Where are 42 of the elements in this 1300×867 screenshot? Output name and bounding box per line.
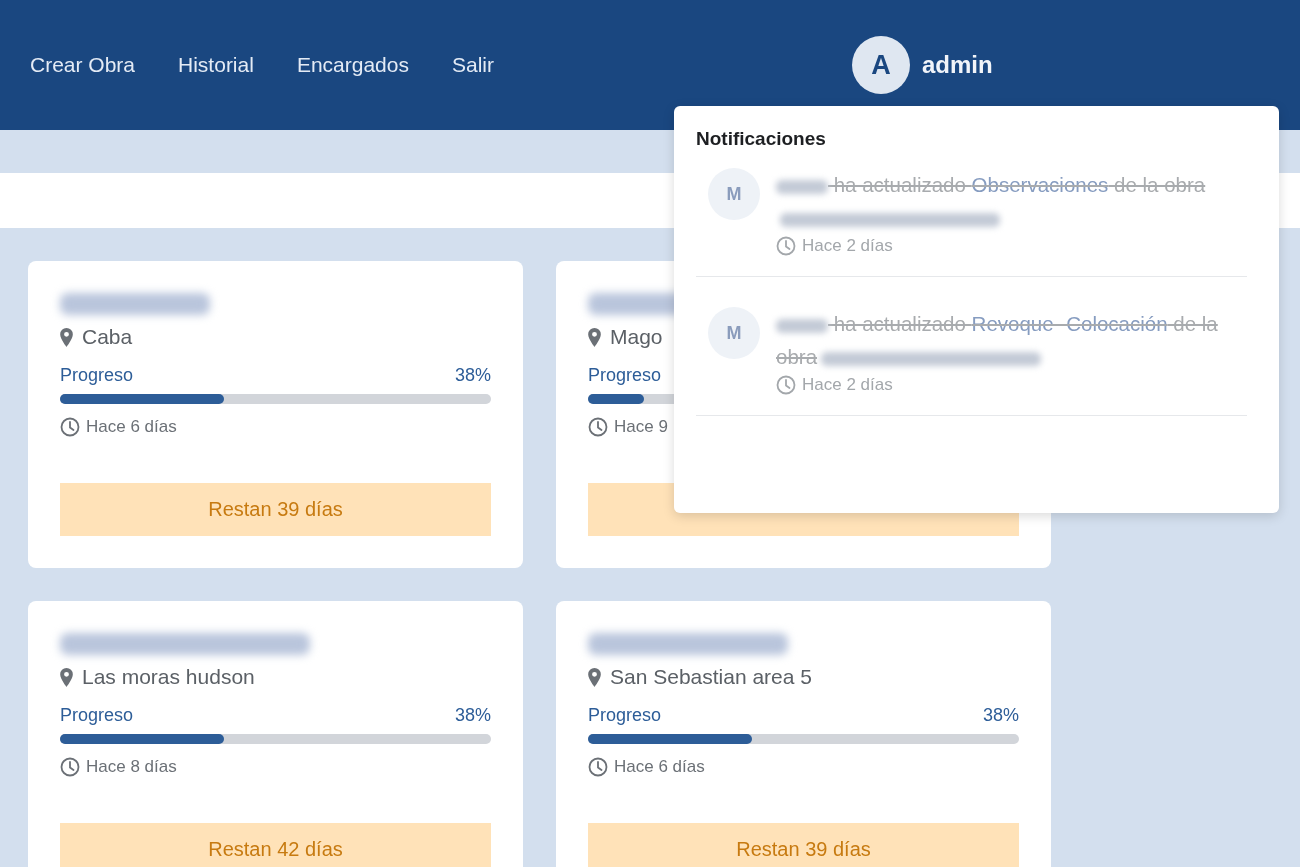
clock-icon bbox=[588, 417, 608, 437]
remaining-days-banner: Restan 39 días bbox=[60, 483, 491, 536]
progress-label: Progreso bbox=[588, 705, 662, 726]
user-avatar[interactable]: A bbox=[852, 36, 910, 94]
project-card[interactable]: San Sebastian area 5 Progreso 38% Hace 6 días Restan 39 días bbox=[556, 601, 1051, 867]
location-text: Caba bbox=[82, 325, 133, 349]
clock-icon bbox=[60, 417, 80, 437]
project-card[interactable]: Las moras hudson Progreso 38% Hace 8 días Restan 42 días bbox=[28, 601, 523, 867]
location-text: Mago bbox=[610, 325, 663, 349]
time-text: Hace 6 días bbox=[86, 417, 177, 437]
location-pin-icon bbox=[60, 667, 73, 687]
location-text: Las moras hudson bbox=[82, 665, 255, 689]
location-pin-icon bbox=[588, 327, 601, 347]
clock-icon bbox=[60, 757, 80, 777]
progress-label: Progreso bbox=[588, 365, 662, 386]
nav-link[interactable]: Salir bbox=[451, 53, 494, 77]
location-text: San Sebastian area 5 bbox=[610, 665, 812, 689]
progress-label: Progreso bbox=[60, 705, 134, 726]
nav-link[interactable]: Historial bbox=[178, 53, 254, 77]
nav-link[interactable]: Encargados bbox=[296, 53, 409, 77]
time-text: Hace 8 días bbox=[86, 757, 177, 777]
project-card[interactable]: Caba Progreso 38% Hace 6 días Restan 39 días bbox=[28, 261, 523, 568]
progress-percent: 38% bbox=[454, 705, 491, 726]
notification-avatar: M bbox=[708, 307, 760, 359]
remaining-days-banner: Restan 42 días bbox=[60, 823, 491, 867]
progress-percent: 38% bbox=[454, 365, 491, 386]
notification-time: Hace 2 días bbox=[802, 236, 893, 256]
notification-time: Hace 2 días bbox=[802, 375, 893, 395]
notification-avatar: M bbox=[708, 168, 760, 220]
location-pin-icon bbox=[60, 327, 73, 347]
clock-icon bbox=[776, 236, 796, 256]
nav-link[interactable]: Crear Obra bbox=[30, 53, 136, 77]
clock-icon bbox=[776, 375, 796, 395]
time-text: Hace 6 días bbox=[614, 757, 705, 777]
time-text: Hace 9 bbox=[614, 417, 668, 437]
clock-icon bbox=[588, 757, 608, 777]
remaining-days-banner: Restan 39 días bbox=[588, 823, 1019, 867]
progress-label: Progreso bbox=[60, 365, 134, 386]
progress-percent: 38% bbox=[982, 705, 1019, 726]
location-pin-icon bbox=[588, 667, 601, 687]
dropdown-title: Notificaciones bbox=[696, 128, 827, 150]
user-name[interactable]: admin bbox=[922, 51, 993, 79]
